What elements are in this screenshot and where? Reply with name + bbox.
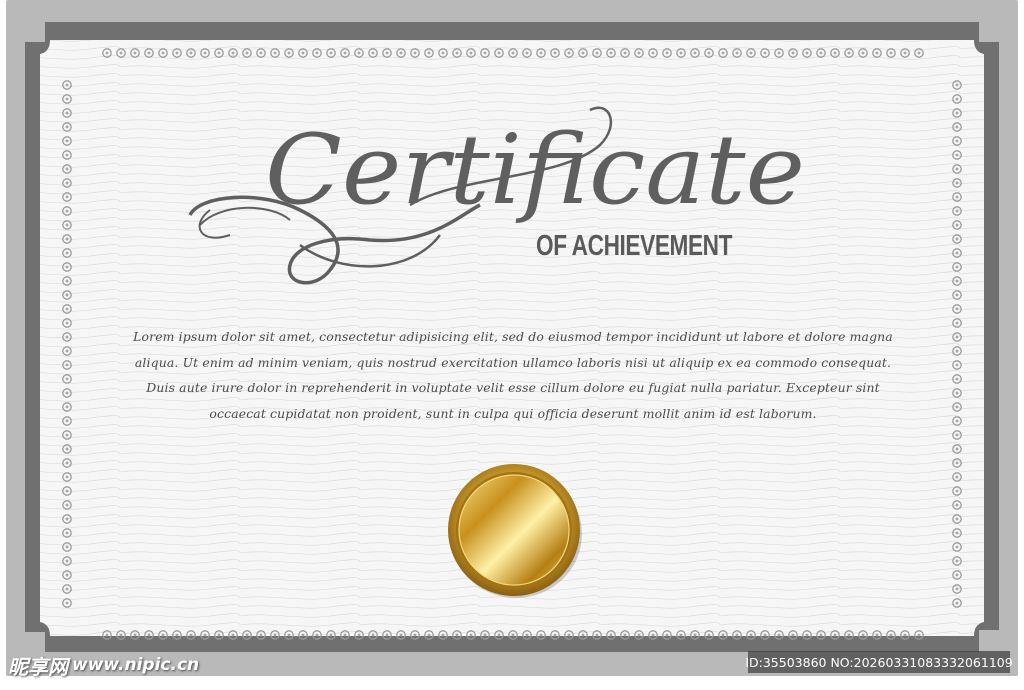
body-line: aliqua. Ut enim ad minim veniam, quis no… <box>134 354 892 370</box>
ornament-border-bottom <box>102 630 924 640</box>
ornament-border-top <box>102 48 924 58</box>
watermark-brand-text: 昵享网 <box>8 654 68 679</box>
watermark-id: ID:35503860 NO:20260331083332061109 <box>745 651 1013 673</box>
watermark-url[interactable]: www.nipic.cn <box>72 655 199 675</box>
body-line: Duis aute irure dolor in reprehenderit i… <box>146 380 880 395</box>
ornament-border-left <box>62 80 72 608</box>
certificate-title-text: Certificate <box>265 114 805 226</box>
body-line: Lorem ipsum dolor sit amet, consectetur … <box>133 329 893 344</box>
body-line: occaecat cupidatat non proident, sunt in… <box>209 405 817 421</box>
watermark-brand: 昵享网 www.nipic.cn <box>8 650 199 680</box>
certificate-body: Lorem ipsum dolor sit amet, consectetur … <box>110 324 916 426</box>
certificate-subtitle: OF ACHIEVEMENT <box>536 230 733 262</box>
certificate-title: Certificate <box>188 106 805 285</box>
ornament-border-right <box>952 80 962 608</box>
gold-seal-icon <box>448 464 582 598</box>
